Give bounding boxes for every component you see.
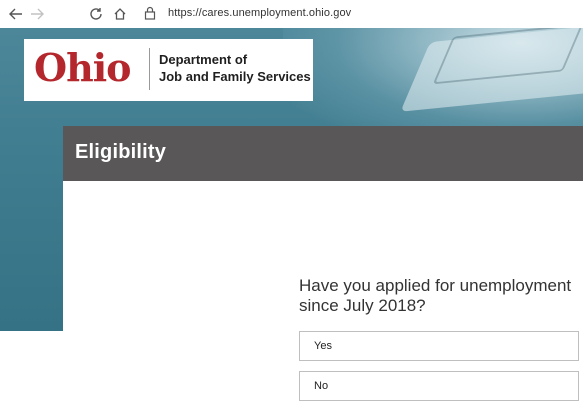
logo-agency-line: Job and Family Services [159,69,311,84]
answer-no-button[interactable]: No [299,371,579,401]
lock-icon [144,6,158,22]
card-header: Eligibility [63,126,583,181]
odjfs-logo[interactable]: Ohio Department of Job and Family Servic… [24,39,313,101]
address-bar-url[interactable]: https://cares.unemployment.ohio.gov [168,7,351,19]
eligibility-card: Eligibility Have you applied for unemplo… [63,126,583,412]
forward-arrow-icon[interactable] [27,4,47,24]
ohio-wordmark: Ohio [34,45,132,90]
page-title: Eligibility [75,141,167,163]
back-arrow-icon[interactable] [6,4,26,24]
eligibility-question: Have you applied for unemployment since … [299,276,572,315]
home-icon[interactable] [110,4,130,24]
browser-toolbar: https://cares.unemployment.ohio.gov [0,0,583,29]
refresh-icon[interactable] [86,4,106,24]
answer-yes-button[interactable]: Yes [299,331,579,361]
logo-department-line: Department of [159,52,248,67]
logo-divider [149,48,150,90]
